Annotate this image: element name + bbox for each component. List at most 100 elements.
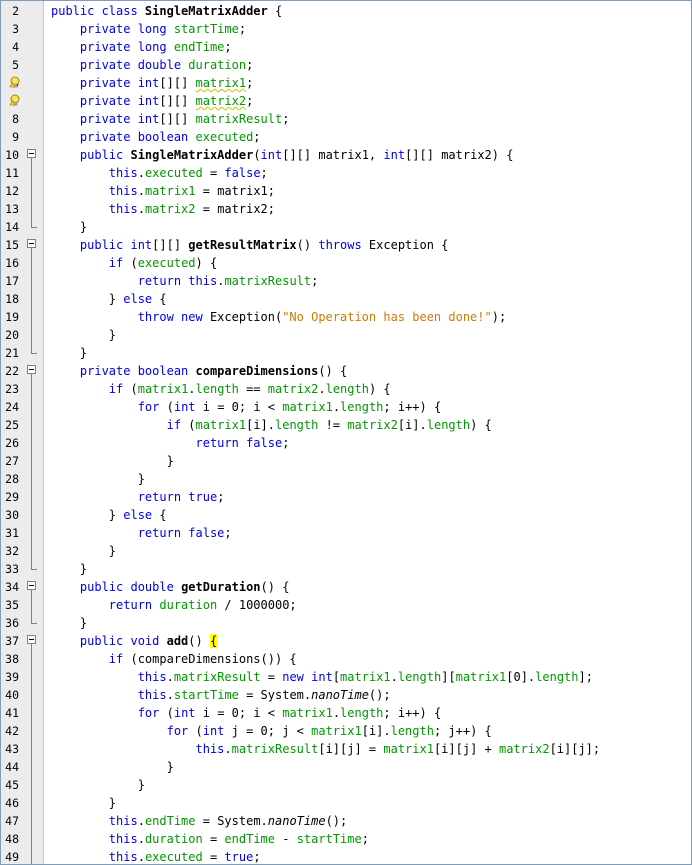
code-line[interactable]: 12 this.matrix1 = matrix1; <box>1 182 691 200</box>
code-line[interactable]: 20 } <box>1 326 691 344</box>
code-line[interactable]: 36 } <box>1 614 691 632</box>
code-token: false <box>224 166 261 180</box>
code-line[interactable]: 30 } else { <box>1 506 691 524</box>
code-line[interactable]: 10 public SingleMatrixAdder(int[][] matr… <box>1 146 691 164</box>
line-number: 33 <box>5 562 19 576</box>
code-line[interactable]: 5 private double duration; <box>1 56 691 74</box>
code-line[interactable]: 48 this.duration = endTime - startTime; <box>1 830 691 848</box>
code-token: SingleMatrixAdder <box>130 148 254 162</box>
code-line[interactable]: 9 private boolean executed; <box>1 128 691 146</box>
code-line[interactable]: 3 private long startTime; <box>1 20 691 38</box>
code-line[interactable]: 29 return true; <box>1 488 691 506</box>
code-text: this.startTime = System.nanoTime(); <box>51 686 391 704</box>
code-line[interactable]: 25 if (matrix1[i].length != matrix2[i].l… <box>1 416 691 434</box>
code-line[interactable]: 19 throw new Exception("No Operation has… <box>1 308 691 326</box>
code-line[interactable]: 18 } else { <box>1 290 691 308</box>
code-line[interactable]: 45 } <box>1 776 691 794</box>
line-number: 40 <box>5 688 19 702</box>
code-token: public double <box>79 580 182 594</box>
code-token: - <box>275 832 297 846</box>
fold-collapse-icon[interactable] <box>27 149 36 158</box>
code-token: matrix1 <box>282 706 333 720</box>
code-token: matrix1 <box>383 742 434 756</box>
code-token: else <box>123 508 160 522</box>
code-token: = <box>202 850 225 864</box>
code-line[interactable]: 32 } <box>1 542 691 560</box>
code-line[interactable]: 2 public class SingleMatrixAdder { <box>1 2 691 20</box>
line-number: 27 <box>5 454 19 468</box>
fold-end-marker <box>31 353 37 354</box>
code-line[interactable]: 13 this.matrix2 = matrix2; <box>1 200 691 218</box>
code-line[interactable]: 21 } <box>1 344 691 362</box>
code-line[interactable]: 26 return false; <box>1 434 691 452</box>
code-line[interactable]: 43 this.matrixResult[i][j] = matrix1[i][… <box>1 740 691 758</box>
code-line[interactable]: 27 } <box>1 452 691 470</box>
code-line[interactable]: 28 } <box>1 470 691 488</box>
code-line[interactable]: 4 private long endTime; <box>1 38 691 56</box>
code-line[interactable]: 47 this.endTime = System.nanoTime(); <box>1 812 691 830</box>
code-token: public class <box>51 4 145 18</box>
fold-collapse-icon[interactable] <box>27 635 36 644</box>
fold-guide-line <box>31 380 32 398</box>
code-line[interactable]: 24 for (int i = 0; i < matrix1.length; i… <box>1 398 691 416</box>
code-line[interactable]: 7 private int[][] matrix2; <box>1 92 691 110</box>
code-line[interactable]: 17 return this.matrixResult; <box>1 272 691 290</box>
code-text: for (int i = 0; i < matrix1.length; i++)… <box>51 704 442 722</box>
code-token: j = 0; j < <box>224 724 312 738</box>
code-line[interactable]: 11 this.executed = false; <box>1 164 691 182</box>
fold-collapse-icon[interactable] <box>27 365 36 374</box>
code-editor[interactable]: 2 public class SingleMatrixAdder {3 priva… <box>0 0 692 865</box>
code-token: ( <box>195 724 203 738</box>
code-line[interactable]: 38 if (compareDimensions()) { <box>1 650 691 668</box>
code-line[interactable]: 15 public int[][] getResultMatrix() thro… <box>1 236 691 254</box>
code-line[interactable]: 33 } <box>1 560 691 578</box>
code-line[interactable]: 44 } <box>1 758 691 776</box>
fold-guide-line <box>31 272 32 290</box>
fold-guide-line <box>31 182 32 200</box>
code-token: duration <box>188 58 247 72</box>
code-line[interactable]: 23 if (matrix1.length == matrix2.length)… <box>1 380 691 398</box>
code-token: () { <box>260 580 290 594</box>
line-number: 20 <box>5 328 19 342</box>
code-token: endTime <box>144 814 196 828</box>
code-line[interactable]: 22 private boolean compareDimensions() { <box>1 362 691 380</box>
code-line[interactable]: 46 } <box>1 794 691 812</box>
code-token: ; <box>224 526 232 540</box>
code-line[interactable]: 6 private int[][] matrix1; <box>1 74 691 92</box>
code-line[interactable]: 34 public double getDuration() { <box>1 578 691 596</box>
code-text: this.endTime = System.nanoTime(); <box>51 812 347 830</box>
fold-guide-line <box>31 686 32 704</box>
code-line[interactable]: 40 this.startTime = System.nanoTime(); <box>1 686 691 704</box>
fold-guide-line <box>31 704 32 722</box>
code-line[interactable]: 37 public void add() { <box>1 632 691 650</box>
code-line[interactable]: 16 if (executed) { <box>1 254 691 272</box>
code-token: this <box>195 742 225 756</box>
code-line[interactable]: 31 return false; <box>1 524 691 542</box>
line-number: 41 <box>5 706 19 720</box>
code-line[interactable]: 41 for (int i = 0; i < matrix1.length; i… <box>1 704 691 722</box>
code-token: ; <box>238 22 247 36</box>
fold-collapse-icon[interactable] <box>27 581 36 590</box>
warning-bulb-icon[interactable] <box>9 94 21 106</box>
fold-collapse-icon[interactable] <box>27 239 36 248</box>
code-token: matrix1 <box>311 724 362 738</box>
code-text: public int[][] getResultMatrix() throws … <box>51 236 449 254</box>
code-line[interactable]: 39 this.matrixResult = new int[matrix1.l… <box>1 668 691 686</box>
code-token: [][] <box>159 112 196 126</box>
warning-bulb-icon[interactable] <box>9 76 21 88</box>
code-token: ; <box>361 832 369 846</box>
code-line[interactable]: 14 } <box>1 218 691 236</box>
fold-guide-line <box>31 434 32 452</box>
code-line[interactable]: 8 private int[][] matrixResult; <box>1 110 691 128</box>
code-token: } <box>51 472 145 486</box>
code-token: matrix1 <box>340 670 391 684</box>
line-number: 25 <box>5 418 19 432</box>
code-text: if (compareDimensions()) { <box>51 650 297 668</box>
code-line[interactable]: 42 for (int j = 0; j < matrix1[i].length… <box>1 722 691 740</box>
code-line[interactable]: 35 return duration / 1000000; <box>1 596 691 614</box>
code-line[interactable]: 49 this.executed = true; <box>1 848 691 864</box>
